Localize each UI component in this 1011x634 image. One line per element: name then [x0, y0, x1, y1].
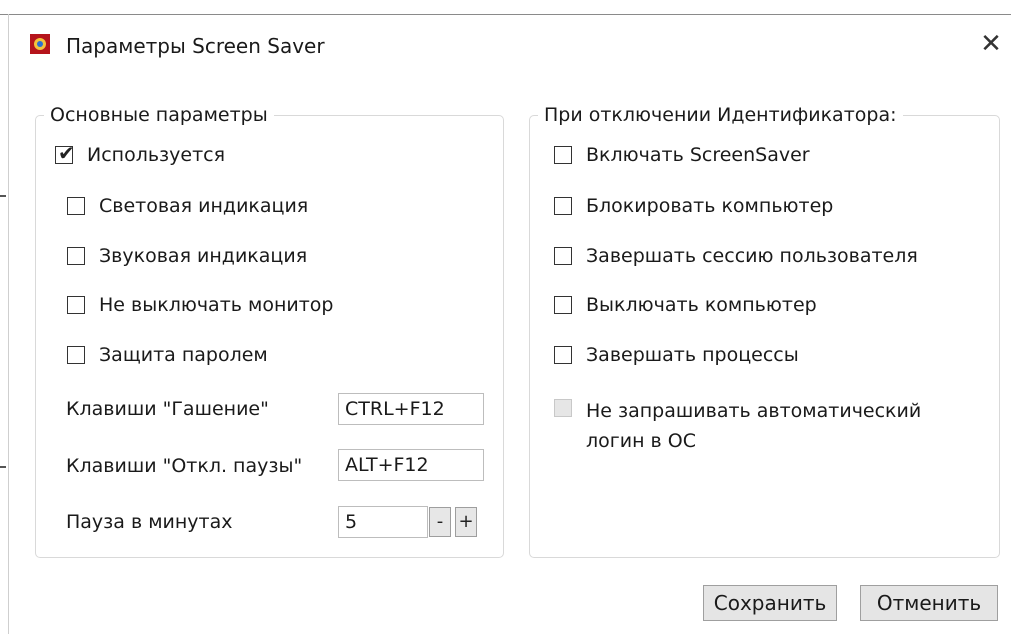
password-protect-checkbox[interactable]	[67, 346, 85, 364]
shutdown-computer-label: Выключать компьютер	[586, 294, 817, 316]
unpause-keys-label: Клавиши "Откл. паузы"	[66, 455, 303, 477]
no-auto-login-label: Не запрашивать автоматический логин в ОС	[586, 396, 921, 456]
terminate-processes-checkbox[interactable]	[554, 346, 572, 364]
window-top-border	[0, 14, 1011, 15]
lock-computer-checkbox[interactable]	[554, 197, 572, 215]
disconnect-actions-group: При отключении Идентификатора:	[529, 104, 1000, 558]
title-bar: Параметры Screen Saver ✕	[20, 28, 1011, 64]
enable-screensaver-label: Включать ScreenSaver	[586, 144, 810, 166]
save-button[interactable]: Сохранить	[703, 585, 837, 621]
shutdown-computer-checkbox[interactable]	[554, 296, 572, 314]
app-shield-icon	[30, 34, 50, 54]
keep-monitor-on-checkbox[interactable]	[67, 296, 85, 314]
logoff-session-checkbox[interactable]	[554, 247, 572, 265]
logoff-session-row[interactable]: Завершать сессию пользователя	[554, 245, 918, 267]
keep-monitor-on-label: Не выключать монитор	[99, 294, 334, 316]
enable-screensaver-checkbox[interactable]	[554, 146, 572, 164]
used-checkbox[interactable]: ✔	[55, 142, 75, 164]
blank-keys-field[interactable]	[338, 393, 484, 425]
pause-increment-button[interactable]: +	[455, 507, 477, 537]
window-title: Параметры Screen Saver	[66, 34, 325, 58]
edge-tick	[0, 466, 6, 468]
sound-indication-label: Звуковая индикация	[99, 245, 308, 267]
pause-decrement-button[interactable]: -	[429, 507, 451, 537]
keep-monitor-on-row[interactable]: Не выключать монитор	[67, 294, 334, 316]
used-checkbox-row[interactable]: ✔ Используется	[55, 142, 226, 166]
pause-minutes-field[interactable]	[338, 506, 428, 538]
edge-tick	[0, 195, 6, 197]
sound-indication-row[interactable]: Звуковая индикация	[67, 245, 307, 267]
light-indication-label: Световая индикация	[99, 195, 309, 217]
light-indication-row[interactable]: Световая индикация	[67, 195, 308, 217]
sound-indication-checkbox[interactable]	[67, 247, 85, 265]
window-left-border	[8, 14, 9, 634]
disconnect-actions-legend: При отключении Идентификатора:	[544, 104, 897, 126]
no-auto-login-line2: логин в ОС	[586, 430, 697, 452]
password-protect-row[interactable]: Защита паролем	[67, 344, 268, 366]
password-protect-label: Защита паролем	[99, 344, 268, 366]
enable-screensaver-row[interactable]: Включать ScreenSaver	[554, 144, 810, 166]
close-icon[interactable]: ✕	[977, 30, 1005, 58]
used-label: Используется	[87, 144, 226, 166]
shutdown-computer-row[interactable]: Выключать компьютер	[554, 294, 817, 316]
main-settings-legend: Основные параметры	[50, 104, 268, 126]
terminate-processes-row[interactable]: Завершать процессы	[554, 344, 799, 366]
checkmark-icon: ✔	[58, 141, 75, 165]
light-indication-checkbox[interactable]	[67, 197, 85, 215]
lock-computer-label: Блокировать компьютер	[586, 195, 834, 217]
unpause-keys-field[interactable]	[338, 449, 484, 481]
terminate-processes-label: Завершать процессы	[586, 344, 799, 366]
main-settings-group: Основные параметры	[35, 104, 504, 558]
no-auto-login-line1: Не запрашивать автоматический	[586, 400, 922, 422]
cancel-button[interactable]: Отменить	[860, 585, 998, 621]
pause-minutes-label: Пауза в минутах	[66, 511, 233, 533]
no-auto-login-row: Не запрашивать автоматический логин в ОС	[554, 396, 921, 456]
lock-computer-row[interactable]: Блокировать компьютер	[554, 195, 833, 217]
logoff-session-label: Завершать сессию пользователя	[586, 245, 918, 267]
blank-keys-label: Клавиши "Гашение"	[66, 398, 269, 420]
no-auto-login-checkbox	[554, 399, 572, 417]
